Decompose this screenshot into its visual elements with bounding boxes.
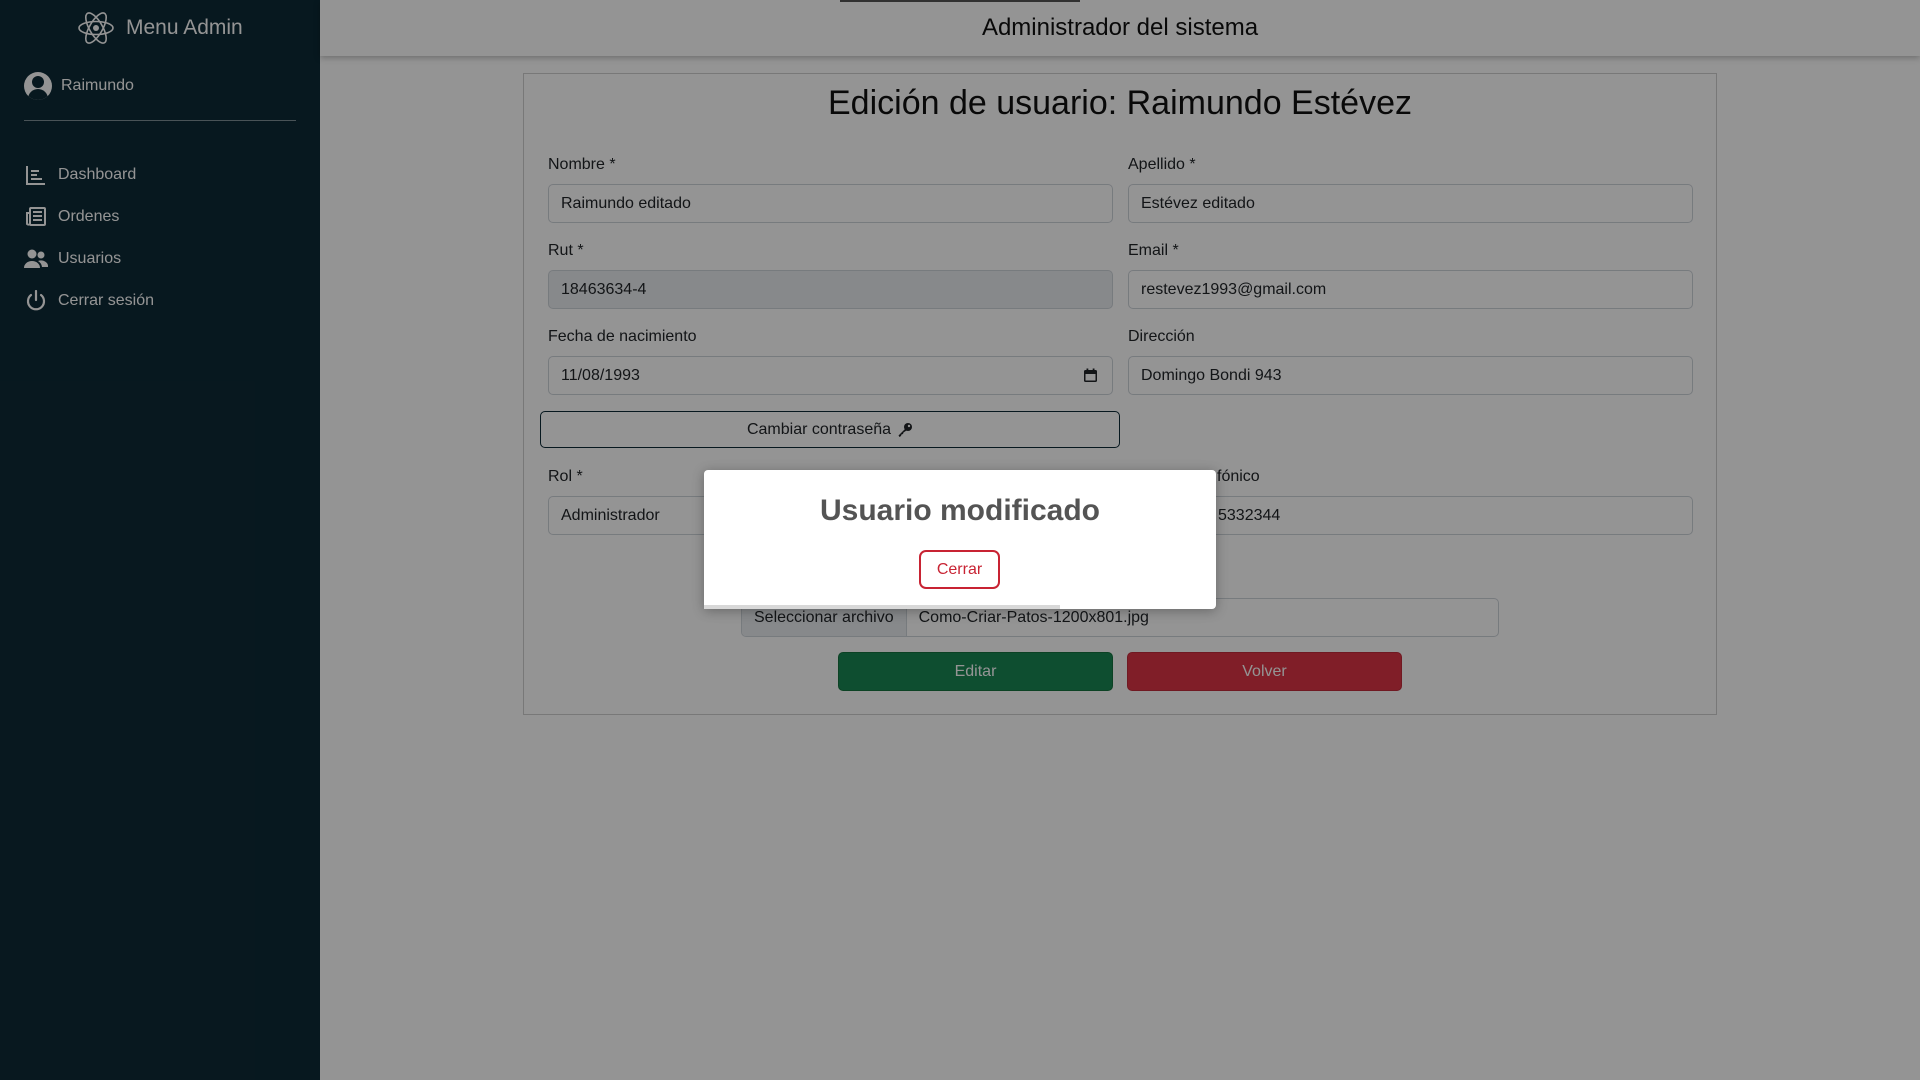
close-button[interactable]: Cerrar (919, 550, 1000, 589)
modal-title: Usuario modificado (819, 494, 1101, 527)
success-modal: Usuario modificado Cerrar (704, 470, 1216, 609)
modal-timer-bar (704, 605, 1060, 609)
